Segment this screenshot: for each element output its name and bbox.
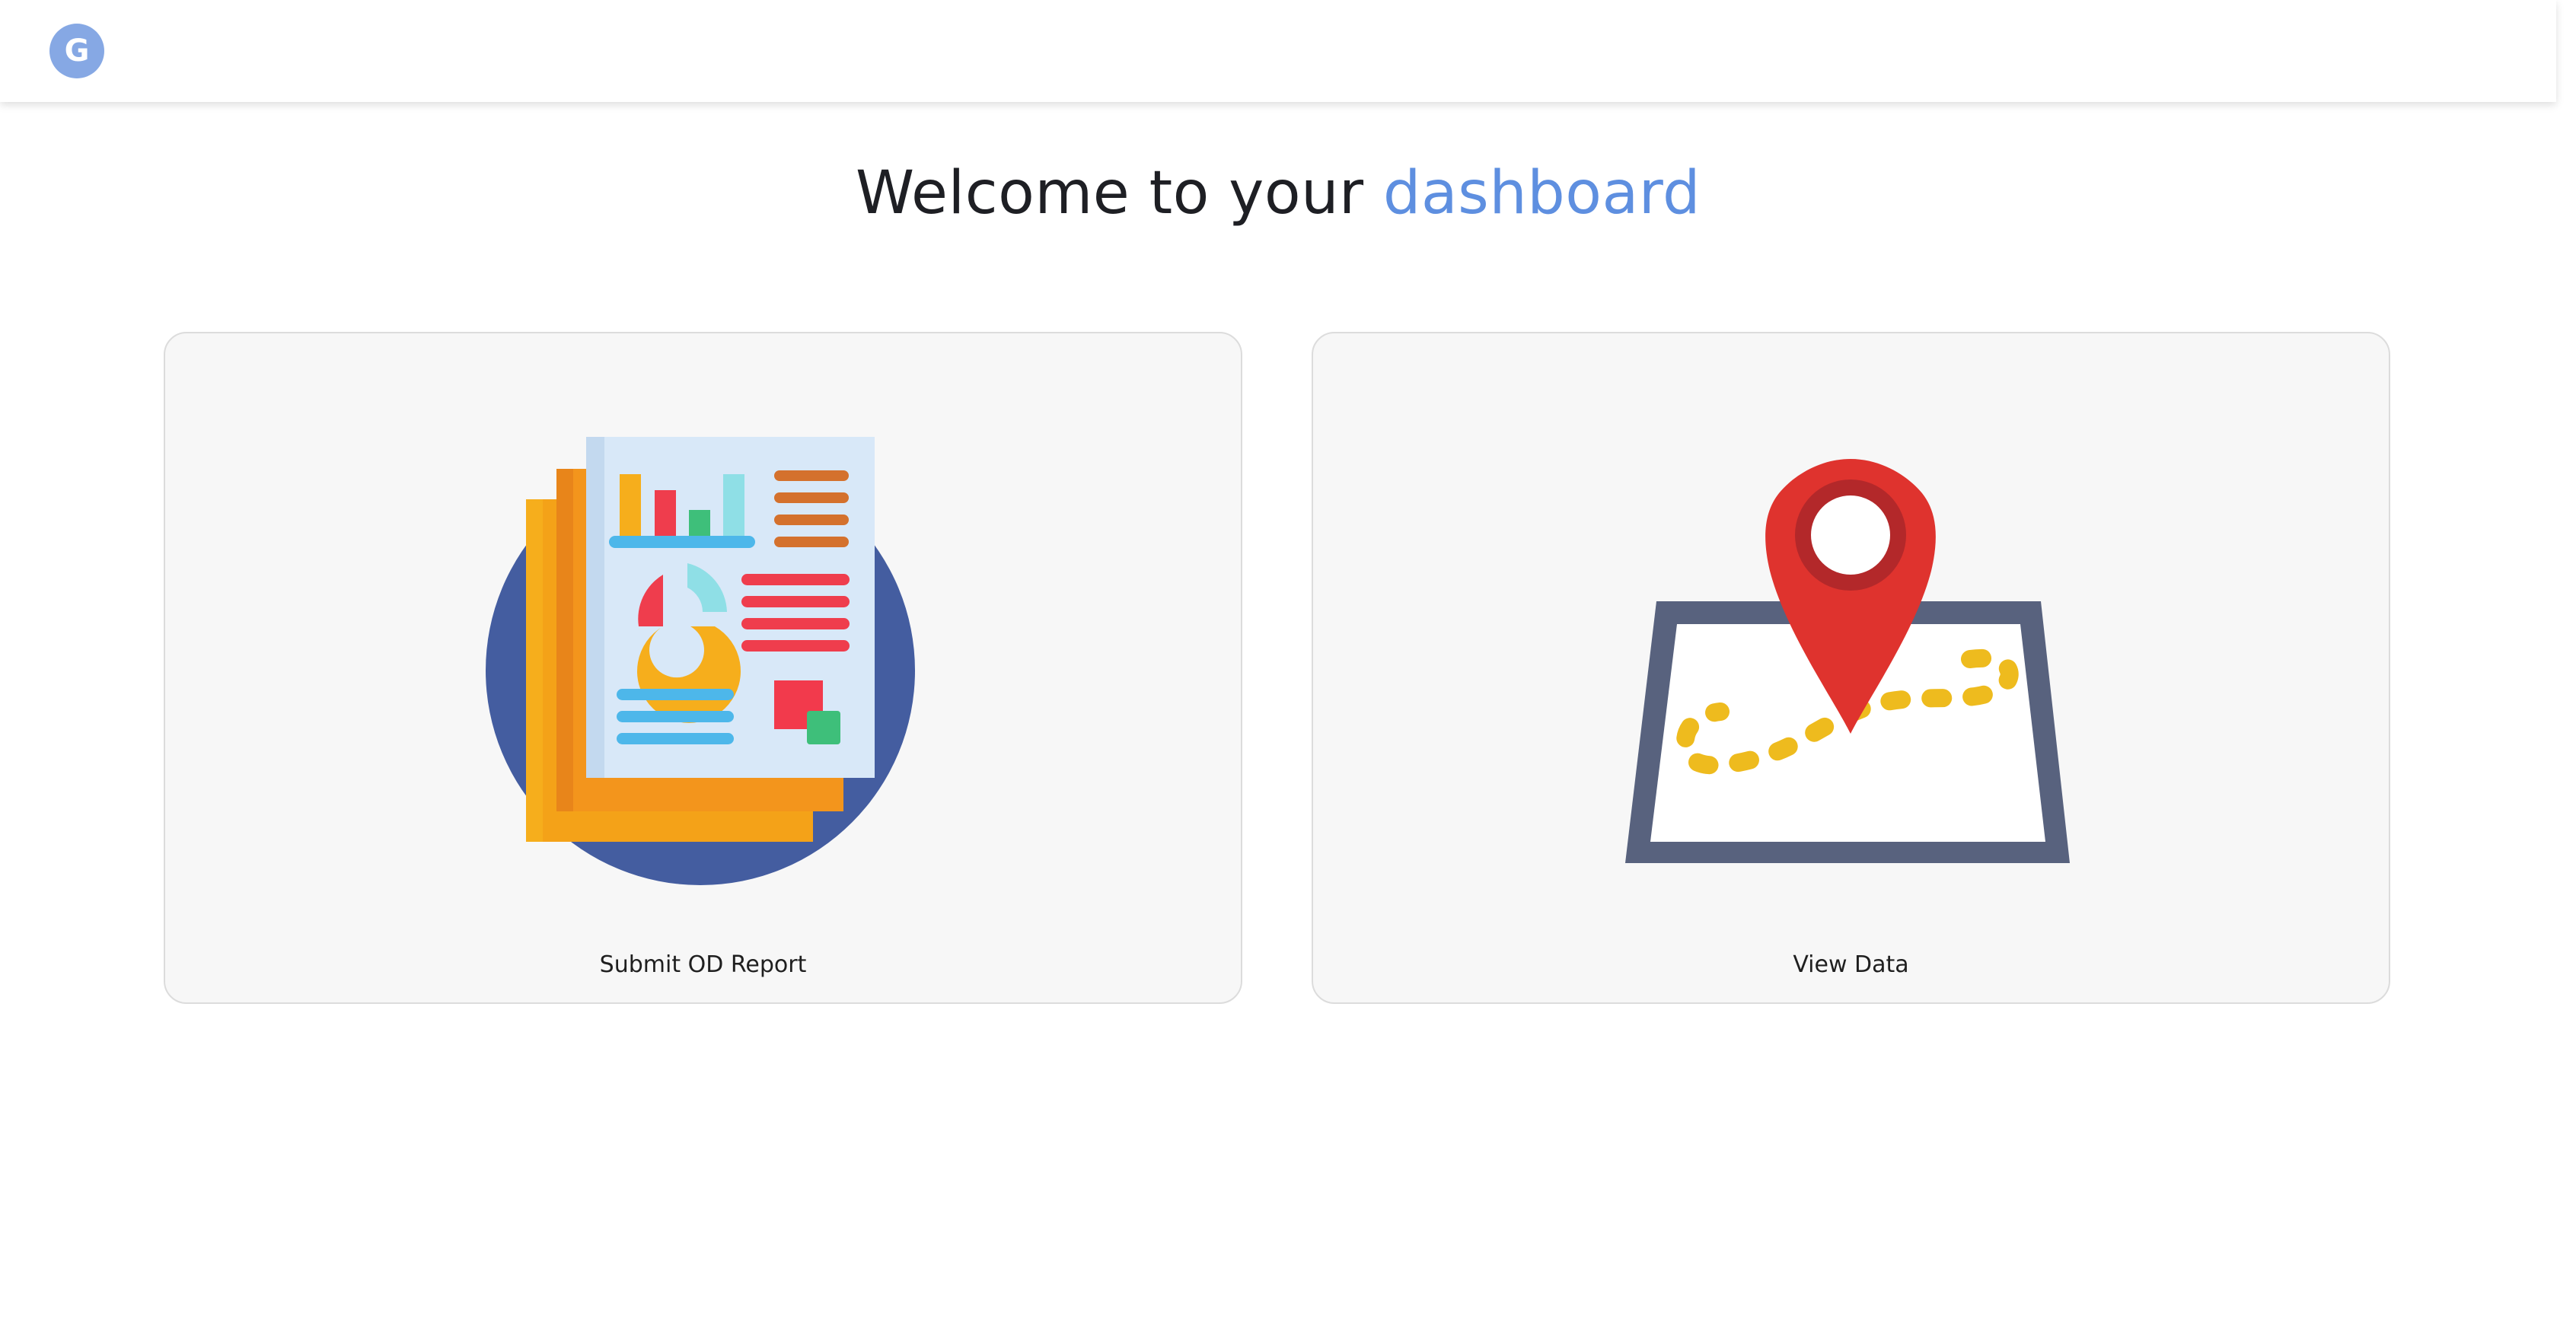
submit-od-report-card[interactable]: Submit OD Report xyxy=(164,332,1242,1004)
page-title: Welcome to your dashboard xyxy=(0,159,2556,228)
user-avatar[interactable]: G xyxy=(49,24,104,78)
page-title-highlight: dashboard xyxy=(1382,159,1701,228)
page-title-prefix: Welcome to your xyxy=(856,159,1383,228)
view-data-card[interactable]: View Data xyxy=(1312,332,2390,1004)
map-location-pin-icon xyxy=(1625,459,2070,863)
report-document-icon xyxy=(486,437,915,885)
submit-od-report-label: Submit OD Report xyxy=(599,951,807,978)
view-data-label: View Data xyxy=(1793,951,1909,978)
top-navbar: G xyxy=(0,0,2556,102)
